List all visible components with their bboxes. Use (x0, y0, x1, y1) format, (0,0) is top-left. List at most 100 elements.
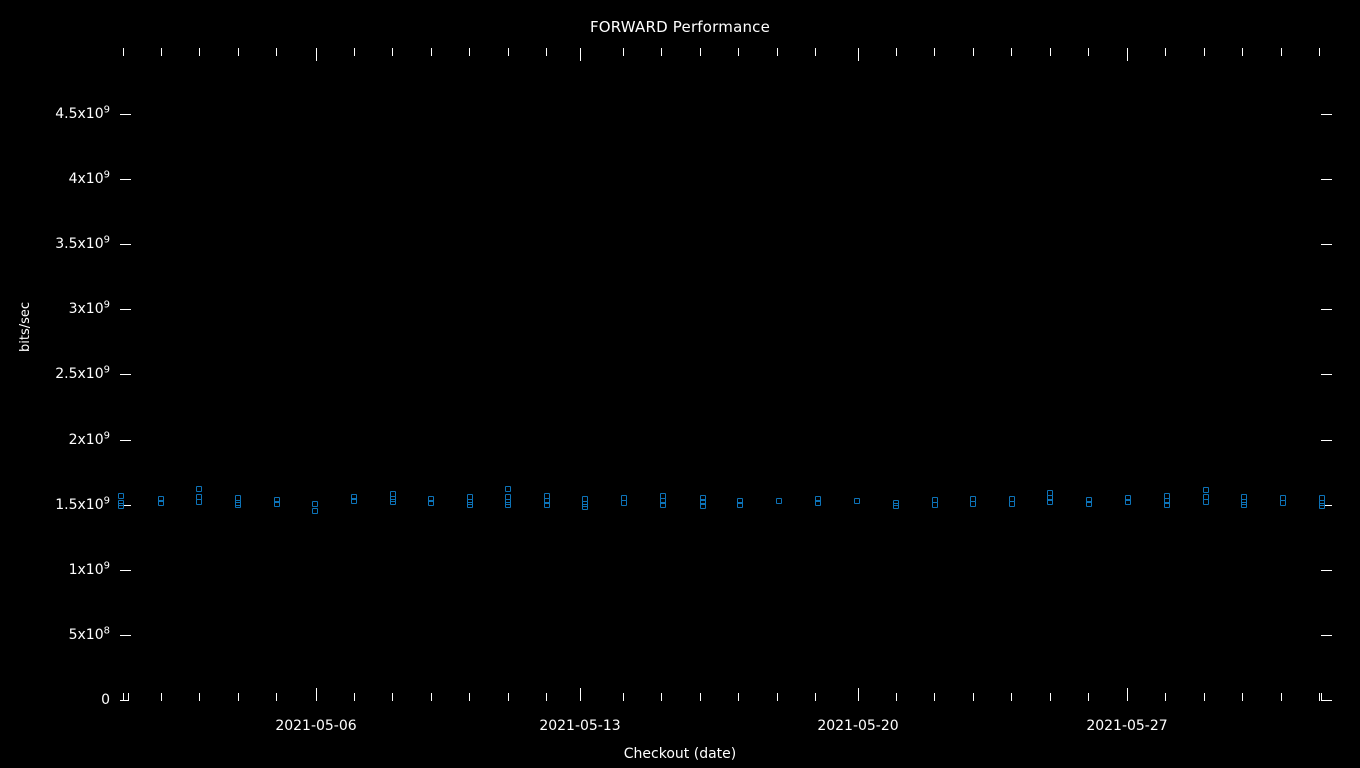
y-axis-tick-label: 1.5x109 (55, 495, 110, 513)
x-axis-major-tick (580, 688, 581, 701)
scatter-point (582, 496, 588, 503)
scatter-point (544, 497, 550, 504)
scatter-point (815, 500, 821, 507)
y-axis-tick-label: 2x109 (68, 429, 110, 448)
scatter-point (970, 495, 976, 502)
scatter-point (235, 500, 241, 507)
x-axis-minor-tick (1204, 48, 1205, 56)
scatter-point (582, 504, 588, 510)
x-axis-minor-tick (1165, 48, 1166, 56)
x-axis-minor-tick (700, 48, 701, 56)
scatter-point (776, 497, 782, 504)
x-axis-minor-tick (1011, 693, 1012, 701)
scatter-point (660, 501, 666, 508)
x-axis-major-tick (580, 48, 581, 61)
x-axis-tick-label: 2021-05-06 (275, 718, 357, 734)
scatter-point (544, 493, 550, 500)
scatter-point (274, 501, 280, 507)
scatter-point (1164, 501, 1170, 508)
x-axis-minor-tick (815, 48, 816, 56)
y-axis-tick-labels: 0 5x108 1x109 1.5x109 2x109 2.5x109 3x109 3.5x1… (0, 0, 110, 768)
x-axis-minor-tick (392, 48, 393, 56)
y-axis-tick-mark-right (1321, 179, 1332, 180)
scatter-point (505, 493, 511, 500)
x-axis-title: Checkout (date) (623, 746, 737, 762)
y-axis-tick-mark (120, 570, 131, 571)
x-axis-minor-tick (354, 48, 355, 56)
x-axis-minor-tick (1319, 48, 1320, 56)
y-axis-tick-mark (120, 309, 131, 310)
scatter-point (118, 492, 124, 499)
scatter-point (737, 498, 743, 505)
y-axis-tick-label: 3.5x109 (55, 234, 110, 253)
y-axis-tick-mark-right (1321, 505, 1332, 506)
scatter-point (1125, 499, 1131, 506)
x-axis-minor-tick (1242, 48, 1243, 56)
x-axis-minor-tick (123, 48, 124, 56)
scatter-point (196, 499, 202, 506)
x-axis-minor-tick (896, 48, 897, 56)
x-axis-minor-tick (934, 48, 935, 56)
axis-corner-left (128, 693, 129, 701)
x-axis-major-tick (1127, 48, 1128, 61)
scatter-point (932, 497, 938, 504)
scatter-point (1203, 487, 1209, 494)
y-axis-tick-label: 5x108 (68, 625, 110, 643)
x-axis-minor-tick (431, 693, 432, 701)
scatter-point (1203, 499, 1209, 506)
scatter-point (660, 492, 666, 499)
scatter-point (428, 500, 434, 507)
scatter-point (196, 485, 202, 492)
scatter-point (118, 502, 124, 509)
scatter-point (390, 499, 396, 506)
scatter-point (544, 501, 550, 508)
y-axis-tick-label: 4.5x109 (55, 104, 110, 122)
scatter-point (1164, 493, 1170, 500)
scatter-point (390, 491, 396, 498)
x-axis-tick-label: 2021-05-27 (1086, 718, 1168, 734)
x-axis-minor-tick (546, 48, 547, 56)
scatter-point (505, 485, 511, 492)
scatter-point (970, 501, 976, 507)
scatter-point (893, 500, 899, 507)
scatter-point (1047, 499, 1053, 506)
x-axis-minor-tick (738, 693, 739, 701)
scatter-point (1047, 489, 1053, 496)
x-axis-minor-tick (777, 693, 778, 701)
y-axis-tick-label: 4x109 (68, 169, 110, 188)
scatter-point (467, 501, 473, 508)
x-axis-major-tick (316, 688, 317, 701)
x-axis-minor-tick (815, 693, 816, 701)
scatter-point (700, 502, 706, 509)
x-axis-minor-tick (1204, 693, 1205, 701)
scatter-point (1047, 495, 1053, 502)
scatter-point (737, 502, 743, 509)
x-axis-minor-tick (1088, 48, 1089, 56)
x-axis-minor-tick (508, 48, 509, 56)
x-axis-minor-tick (276, 693, 277, 701)
y-axis-tick-mark (120, 635, 131, 636)
y-axis-tick-label: 3x109 (68, 299, 110, 318)
x-axis-tick-label: 2021-05-20 (817, 718, 899, 734)
y-axis-tick-mark (120, 244, 131, 245)
scatter-point (700, 494, 706, 501)
y-axis-tick-label: 2.5x109 (55, 364, 110, 383)
scatter-point (1280, 495, 1286, 502)
scatter-point (1241, 498, 1247, 505)
scatter-point (621, 499, 627, 506)
scatter-point (467, 493, 473, 500)
x-axis-minor-tick (238, 48, 239, 56)
y-axis-tick-mark-right (1321, 570, 1332, 571)
x-axis-minor-tick (199, 693, 200, 701)
x-axis-major-tick (858, 688, 859, 701)
scatter-point (428, 495, 434, 502)
x-axis-minor-tick (392, 693, 393, 701)
scatter-point (1319, 494, 1325, 501)
y-axis-tick-mark-right (1321, 244, 1332, 245)
x-axis-major-tick (316, 48, 317, 61)
scatter-point (1125, 494, 1131, 501)
scatter-point (351, 498, 357, 505)
scatter-point (1241, 501, 1247, 508)
y-axis-tick-mark-right (1321, 114, 1332, 115)
x-axis-minor-tick (700, 693, 701, 701)
